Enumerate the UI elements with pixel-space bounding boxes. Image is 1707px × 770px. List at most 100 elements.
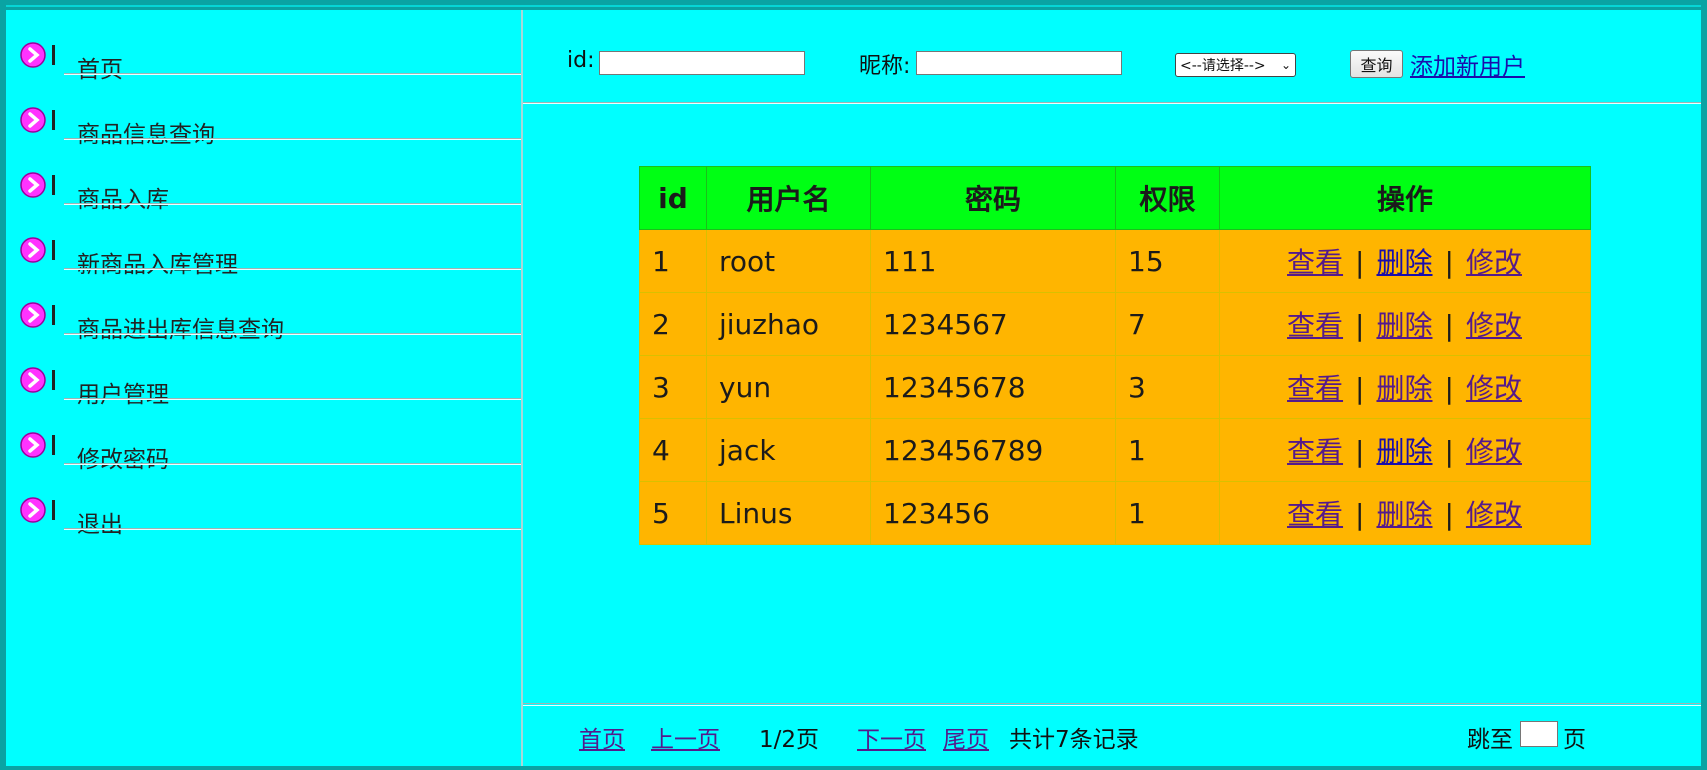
column-header: 权限: [1115, 166, 1220, 230]
last-page-link[interactable]: 尾页: [943, 720, 989, 754]
divider: [523, 103, 1701, 104]
cell-actions: 查看 | 删除 | 修改: [1219, 418, 1591, 482]
edit-link[interactable]: 修改: [1466, 309, 1522, 342]
table-row: 1 root 111 15 查看 | 删除 | 修改: [639, 229, 1591, 293]
sidebar-item-user-management[interactable]: 用户管理: [6, 335, 521, 408]
cell-actions: 查看 | 删除 | 修改: [1219, 481, 1591, 545]
select-value: <--请选择-->: [1180, 58, 1266, 74]
arrow-circle-icon: [20, 42, 55, 68]
separator: |: [1355, 309, 1365, 342]
cell-username: jiuzhao: [706, 292, 871, 356]
delete-link[interactable]: 删除: [1376, 435, 1432, 468]
edit-link[interactable]: 修改: [1466, 435, 1522, 468]
id-input[interactable]: [599, 51, 805, 75]
arrow-circle-icon: [20, 302, 55, 328]
column-header: 操作: [1219, 166, 1591, 230]
divider: [64, 528, 521, 530]
nickname-label: 昵称:: [859, 54, 911, 79]
edit-link[interactable]: 修改: [1466, 498, 1522, 531]
arrow-circle-icon: [20, 432, 55, 458]
separator: |: [1355, 498, 1365, 531]
query-button[interactable]: 查询: [1350, 50, 1403, 78]
divider: [523, 705, 1701, 706]
total-records: 共计7条记录: [1009, 727, 1139, 753]
table-row: 3 yun 12345678 3 查看 | 删除 | 修改: [639, 355, 1591, 419]
sidebar-item-home[interactable]: 首页: [6, 10, 521, 83]
edit-link[interactable]: 修改: [1466, 372, 1522, 405]
separator: |: [1444, 309, 1454, 342]
arrow-circle-icon: [20, 107, 55, 133]
sidebar-item-logout[interactable]: 退出: [6, 465, 521, 538]
cell-id: 5: [639, 481, 707, 545]
pagination-bar: 首页 上一页 1/2页 下一页 尾页 共计7条记录 跳至 页: [523, 703, 1701, 767]
separator: |: [1355, 372, 1365, 405]
jump-label: 跳至: [1467, 727, 1513, 753]
cell-actions: 查看 | 删除 | 修改: [1219, 229, 1591, 293]
cell-id: 1: [639, 229, 707, 293]
sidebar: 首页 商品信息查询 商品入库 新商品入库管理 商品进出库信息查询 用户管理 修改…: [6, 10, 523, 766]
permission-select[interactable]: <--请选择--> ⌄: [1175, 53, 1296, 77]
page-suffix: 页: [1563, 727, 1586, 753]
arrow-circle-icon: [20, 367, 55, 393]
cell-username: Linus: [706, 481, 871, 545]
cell-username: yun: [706, 355, 871, 419]
next-page-link[interactable]: 下一页: [857, 720, 926, 754]
arrow-circle-icon: [20, 172, 55, 198]
view-link[interactable]: 查看: [1287, 372, 1343, 405]
view-link[interactable]: 查看: [1287, 435, 1343, 468]
delete-link[interactable]: 删除: [1376, 372, 1432, 405]
arrow-circle-icon: [20, 497, 55, 523]
cell-username: root: [706, 229, 871, 293]
cell-password: 1234567: [870, 292, 1116, 356]
cell-id: 2: [639, 292, 707, 356]
delete-link[interactable]: 删除: [1376, 498, 1432, 531]
sidebar-item-stock-io-query[interactable]: 商品进出库信息查询: [6, 270, 521, 343]
sidebar-item-change-password[interactable]: 修改密码: [6, 400, 521, 473]
id-label: id:: [567, 48, 595, 73]
sidebar-item-new-stock-management[interactable]: 新商品入库管理: [6, 205, 521, 278]
jump-page-input[interactable]: [1520, 721, 1558, 747]
view-link[interactable]: 查看: [1287, 498, 1343, 531]
separator: |: [1444, 498, 1454, 531]
chevron-down-icon: ⌄: [1280, 58, 1291, 72]
user-table: id 用户名 密码 权限 操作 1 root 111 1 5 查看 | 删除 | 修改 2…: [639, 166, 1591, 545]
delete-link[interactable]: 删除: [1376, 246, 1432, 279]
page-indicator: 1/2页: [759, 727, 820, 753]
column-header: 用户名: [706, 166, 871, 230]
separator: |: [1444, 246, 1454, 279]
table-row: 5 Linus 123456 1 查看 | 删除 | 修改: [639, 481, 1591, 545]
search-bar: id: 昵称: <--请选择--> ⌄ 查询 添加新用户: [523, 10, 1701, 104]
cell-permission: 1: [1115, 418, 1220, 482]
cell-permission: 7: [1115, 292, 1220, 356]
cell-actions: 查看 | 删除 | 修改: [1219, 355, 1591, 419]
sidebar-item-product-query[interactable]: 商品信息查询: [6, 75, 521, 148]
column-header: id: [639, 166, 707, 230]
cell-permission: 3: [1115, 355, 1220, 419]
table-header-row: id 用户名 密码 权限 操作: [639, 166, 1591, 230]
view-link[interactable]: 查看: [1287, 246, 1343, 279]
arrow-circle-icon: [20, 237, 55, 263]
prev-page-link[interactable]: 上一页: [651, 720, 720, 754]
separator: |: [1444, 372, 1454, 405]
add-user-link[interactable]: 添加新用户: [1410, 47, 1525, 81]
cell-username: jack: [706, 418, 871, 482]
table-row: 4 jack 123456789 1 查看 | 删除 | 修改: [639, 418, 1591, 482]
cell-password: 111: [870, 229, 1116, 293]
separator: |: [1355, 246, 1365, 279]
cell-password: 123456: [870, 481, 1116, 545]
separator: |: [1444, 435, 1454, 468]
cell-password: 123456789: [870, 418, 1116, 482]
table-row: 2 jiuzhao 1234567 7 查看 | 删除 | 修改: [639, 292, 1591, 356]
sidebar-item-label: 退出: [77, 512, 123, 538]
delete-link[interactable]: 删除: [1376, 309, 1432, 342]
sidebar-item-stock-in[interactable]: 商品入库: [6, 140, 521, 213]
nickname-input[interactable]: [916, 51, 1122, 75]
cell-password: 12345678: [870, 355, 1116, 419]
cell-id: 4: [639, 418, 707, 482]
separator: |: [1355, 435, 1365, 468]
column-header: 密码: [870, 166, 1116, 230]
cell-actions: 查看 | 删除 | 修改: [1219, 292, 1591, 356]
view-link[interactable]: 查看: [1287, 309, 1343, 342]
first-page-link[interactable]: 首页: [579, 720, 625, 754]
edit-link[interactable]: 修改: [1466, 246, 1522, 279]
